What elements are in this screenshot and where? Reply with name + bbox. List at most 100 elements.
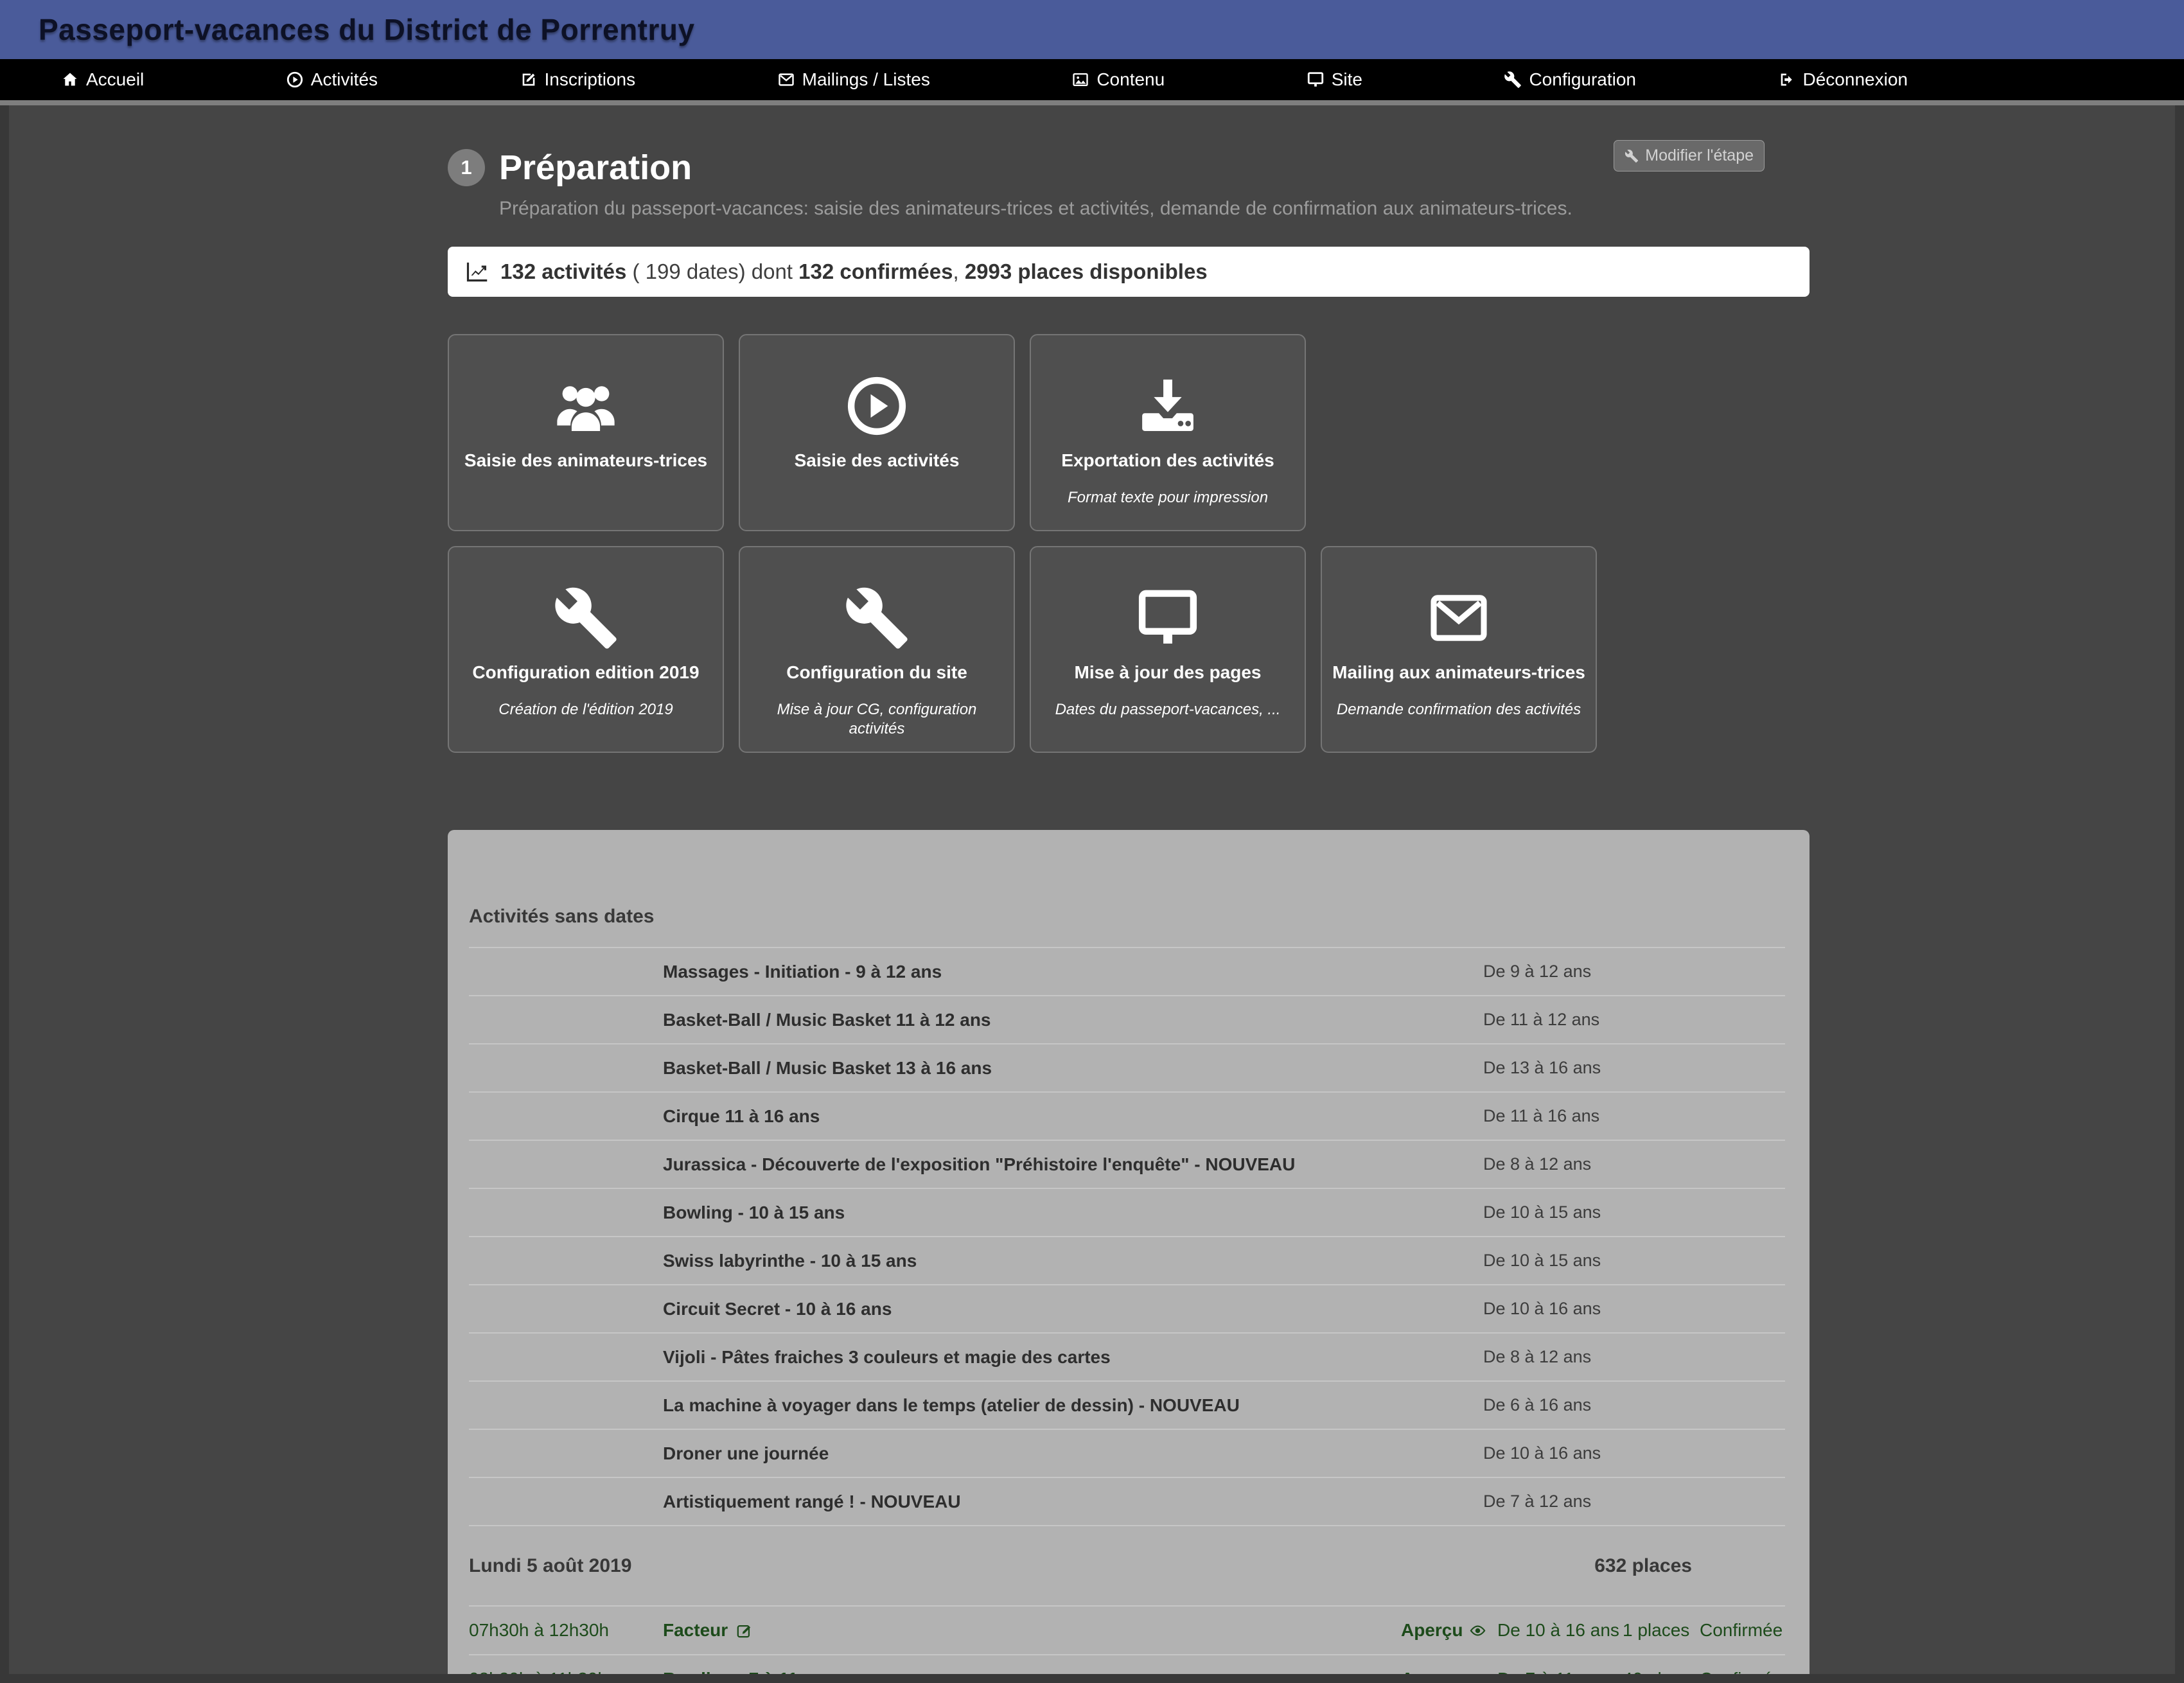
card-mise-a-jour-pages[interactable]: Mise à jour des pages Dates du passeport… [1030, 546, 1306, 753]
card-title: Mise à jour des pages [1040, 662, 1296, 683]
activity-name: Circuit Secret - 10 à 16 ans [663, 1299, 1483, 1319]
download-icon [1134, 373, 1201, 439]
activity-age-range: De 10 à 15 ans [1483, 1203, 1785, 1222]
activity-age-range: De 10 à 16 ans [1483, 1443, 1785, 1463]
main-content: 1 Préparation Préparation du passeport-v… [9, 105, 2175, 1674]
page-title: Préparation [499, 148, 692, 188]
stats-places: 2993 places disponibles [965, 260, 1208, 284]
activity-age-range: De 7 à 11 ans [1497, 1669, 1623, 1674]
wrench-icon [1504, 71, 1522, 89]
nav-item-configuration[interactable]: Configuration [1504, 69, 1636, 90]
desktop-icon [1134, 585, 1201, 651]
date-places-total: 632 places [1594, 1555, 1785, 1577]
users-icon [552, 373, 619, 439]
activity-age-range: De 8 à 12 ans [1483, 1154, 1785, 1174]
eye-icon [1469, 1622, 1486, 1639]
nav-label: Configuration [1529, 69, 1636, 90]
home-icon [61, 71, 79, 89]
nav-label: Déconnexion [1803, 69, 1908, 90]
activities-panel: Activités sans dates Massages - Initiati… [448, 830, 1810, 1674]
date-label: Lundi 5 août 2019 [469, 1555, 631, 1577]
edit-icon[interactable] [735, 1622, 753, 1639]
cards-row-2: Configuration edition 2019 Création de l… [448, 546, 1810, 753]
nav-item-accueil[interactable]: Accueil [61, 69, 144, 90]
activity-name: Bowling - 10 à 15 ans [663, 1203, 1483, 1223]
activity-name: Facteur [663, 1620, 728, 1641]
activity-age-range: De 7 à 12 ans [1483, 1492, 1785, 1511]
envelope-icon [1425, 585, 1492, 651]
chart-line-icon [466, 260, 490, 284]
main-nav: Accueil Activités Inscriptions Mailings … [0, 59, 2184, 100]
edit-icon[interactable] [841, 1671, 859, 1675]
nav-label: Activités [311, 69, 378, 90]
card-configuration-site[interactable]: Configuration du site Mise à jour CG, co… [739, 546, 1015, 753]
preview-label: Aperçu [1401, 1669, 1463, 1674]
card-exportation-activites[interactable]: Exportation des activités Format texte p… [1030, 334, 1306, 531]
activity-name: Basket-Ball / Music Basket 13 à 16 ans [663, 1058, 1483, 1079]
activity-time: 08h20h à 11h30h [469, 1669, 663, 1674]
activity-age-range: De 10 à 16 ans [1497, 1620, 1623, 1641]
card-saisie-animateurs[interactable]: Saisie des animateurs-trices [448, 334, 724, 531]
card-saisie-activites[interactable]: Saisie des activités [739, 334, 1015, 531]
play-circle-icon [843, 373, 910, 439]
nav-item-activites[interactable]: Activités [286, 69, 378, 90]
step-section: 1 Préparation Préparation du passeport-v… [448, 148, 1810, 220]
activity-age-range: De 10 à 15 ans [1483, 1251, 1785, 1271]
nav-label: Inscriptions [545, 69, 636, 90]
activity-age-range: De 13 à 16 ans [1483, 1058, 1785, 1078]
table-row: Vijoli - Pâtes fraiches 3 couleurs et ma… [469, 1332, 1785, 1380]
card-subtitle: Création de l'édition 2019 [458, 700, 714, 719]
activity-name: Artistiquement rangé ! - NOUVEAU [663, 1492, 1483, 1512]
play-circle-icon [286, 71, 304, 89]
nav-item-contenu[interactable]: Contenu [1071, 69, 1165, 90]
nav-item-deconnexion[interactable]: Déconnexion [1778, 69, 1908, 90]
card-title: Exportation des activités [1040, 450, 1296, 471]
dated-activity-row: 07h30h à 12h30h Facteur Aperçu De 10 à 1… [469, 1605, 1785, 1654]
card-title: Mailing aux animateurs-trices [1331, 662, 1587, 683]
activity-age-range: De 6 à 16 ans [1483, 1395, 1785, 1415]
app-header: Passeport-vacances du District de Porren… [0, 0, 2184, 59]
edit-step-label: Modifier l'étape [1645, 146, 1754, 165]
pencil-square-icon [520, 71, 538, 89]
stats-confirmed: 132 confirmées [798, 260, 953, 284]
activity-age-range: De 11 à 12 ans [1483, 1010, 1785, 1030]
edit-step-button[interactable]: Modifier l'étape [1614, 140, 1765, 172]
stats-sep: , [953, 260, 964, 284]
nav-label: Accueil [86, 69, 144, 90]
stats-dates: ( 199 dates) dont [626, 260, 798, 284]
step-description: Préparation du passeport-vacances: saisi… [499, 198, 1810, 220]
activity-time: 07h30h à 12h30h [469, 1620, 663, 1641]
nav-label: Contenu [1096, 69, 1165, 90]
wrench-icon [552, 585, 619, 651]
table-row: La machine à voyager dans le temps (atel… [469, 1380, 1785, 1429]
table-row: Circuit Secret - 10 à 16 ans De 10 à 16 … [469, 1284, 1785, 1332]
cards-row-1: Saisie des animateurs-trices Saisie des … [448, 334, 1810, 531]
nav-item-inscriptions[interactable]: Inscriptions [520, 69, 636, 90]
table-row: Basket-Ball / Music Basket 11 à 12 ans D… [469, 995, 1785, 1043]
date-section-header: Lundi 5 août 2019 632 places [469, 1525, 1785, 1605]
table-row: Bowling - 10 à 15 ans De 10 à 15 ans [469, 1188, 1785, 1236]
activity-places: 1 places [1623, 1620, 1700, 1641]
activity-name: La machine à voyager dans le temps (atel… [663, 1395, 1483, 1416]
dated-activity-row: 08h20h à 11h30h Bowling - 7 à 11 ans Ape… [469, 1654, 1785, 1674]
stats-activities: 132 activités [500, 260, 626, 284]
wrench-icon [1625, 149, 1639, 163]
card-subtitle: Dates du passeport-vacances, ... [1040, 700, 1296, 719]
nav-item-mailings[interactable]: Mailings / Listes [777, 69, 930, 90]
activity-name-link[interactable]: Facteur [663, 1620, 1401, 1641]
preview-link[interactable]: Aperçu [1401, 1620, 1497, 1641]
card-title: Configuration edition 2019 [458, 662, 714, 683]
table-row: Droner une journée De 10 à 16 ans [469, 1429, 1785, 1477]
nav-label: Site [1332, 69, 1362, 90]
nav-item-site[interactable]: Site [1307, 69, 1362, 90]
card-mailing-animateurs[interactable]: Mailing aux animateurs-trices Demande co… [1321, 546, 1597, 753]
activity-name-link[interactable]: Bowling - 7 à 11 ans [663, 1669, 1401, 1674]
card-title: Saisie des activités [749, 450, 1005, 471]
activity-name: Swiss labyrinthe - 10 à 15 ans [663, 1251, 1483, 1271]
table-row: Swiss labyrinthe - 10 à 15 ans De 10 à 1… [469, 1236, 1785, 1284]
preview-link[interactable]: Aperçu [1401, 1669, 1497, 1674]
no-date-table: Massages - Initiation - 9 à 12 ans De 9 … [469, 947, 1785, 1674]
stats-bar: 132 activités ( 199 dates) dont 132 conf… [448, 247, 1810, 297]
top-divider [0, 100, 2184, 105]
card-configuration-edition[interactable]: Configuration edition 2019 Création de l… [448, 546, 724, 753]
